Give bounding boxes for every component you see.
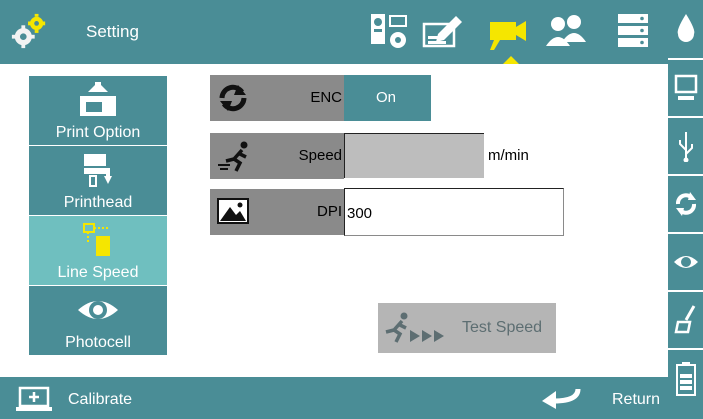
dpi-label: DPI [316, 203, 342, 220]
clean-button[interactable] [668, 290, 703, 345]
calibrate-label: Calibrate [68, 391, 133, 408]
sidebar-item-printhead[interactable]: Printhead [29, 146, 167, 215]
speed-label: Speed [298, 147, 342, 164]
printhead-icon [84, 154, 112, 187]
print-option-icon [80, 82, 116, 116]
top-bar: Setting [0, 0, 668, 64]
running-man-arrows-icon [385, 312, 444, 343]
image-icon [217, 198, 249, 224]
sidebar-item-label: Print Option [55, 124, 141, 141]
dpi-value: 300 [347, 205, 373, 222]
clean-brush-icon [674, 305, 696, 334]
users-icon[interactable] [544, 12, 588, 52]
monitor-icon [674, 74, 698, 100]
speed-value-field [344, 133, 484, 178]
battery-icon [676, 362, 696, 396]
sidebar-item-label: Line Speed [57, 264, 139, 281]
return-label: Return [612, 391, 661, 408]
return-button[interactable]: Return [530, 377, 668, 419]
enc-label: ENC [310, 89, 342, 106]
refresh-icon [676, 192, 696, 216]
printer-settings-icon[interactable] [368, 12, 412, 52]
refresh-button[interactable] [668, 174, 703, 229]
sidebar-item-print-option[interactable]: Print Option [29, 76, 167, 145]
page-title: Setting [86, 22, 139, 41]
dpi-label-cell: DPI [210, 189, 344, 235]
running-man-icon [218, 141, 248, 172]
video-camera-icon[interactable] [486, 12, 530, 52]
right-bar [668, 0, 703, 419]
battery-button[interactable] [668, 348, 703, 419]
ink-drop-icon [677, 14, 695, 42]
settings-gear-icon [11, 13, 46, 49]
sidebar-item-photocell[interactable]: Photocell [29, 286, 167, 355]
refresh-icon [219, 84, 247, 112]
dpi-input[interactable]: 300 [344, 188, 564, 236]
eye-button[interactable] [668, 232, 703, 287]
line-speed-icon [83, 223, 110, 256]
calibrate-button[interactable]: Calibrate [0, 377, 200, 419]
enc-label-cell: ENC [210, 75, 344, 121]
edit-document-icon[interactable] [420, 12, 464, 52]
ink-drop-button[interactable] [668, 0, 703, 55]
test-speed-button[interactable]: Test Speed [378, 303, 556, 353]
enc-toggle[interactable]: On [344, 75, 431, 121]
usb-icon [679, 132, 693, 162]
active-tab-indicator [503, 56, 519, 64]
monitor-button[interactable] [668, 58, 703, 113]
usb-button[interactable] [668, 116, 703, 171]
eye-icon [674, 256, 698, 268]
server-icon[interactable] [614, 12, 658, 52]
bottom-bar: Calibrate Return [0, 377, 668, 419]
photocell-icon [78, 301, 118, 319]
speed-label-cell: Speed [210, 133, 344, 179]
sidebar-item-line-speed[interactable]: Line Speed [29, 216, 167, 285]
return-arrow-icon [542, 388, 581, 409]
laptop-icon [16, 386, 52, 411]
test-speed-label: Test Speed [462, 319, 543, 336]
speed-unit: m/min [488, 147, 529, 164]
sidebar-item-label: Printhead [63, 194, 133, 211]
sidebar-item-label: Photocell [65, 334, 131, 351]
